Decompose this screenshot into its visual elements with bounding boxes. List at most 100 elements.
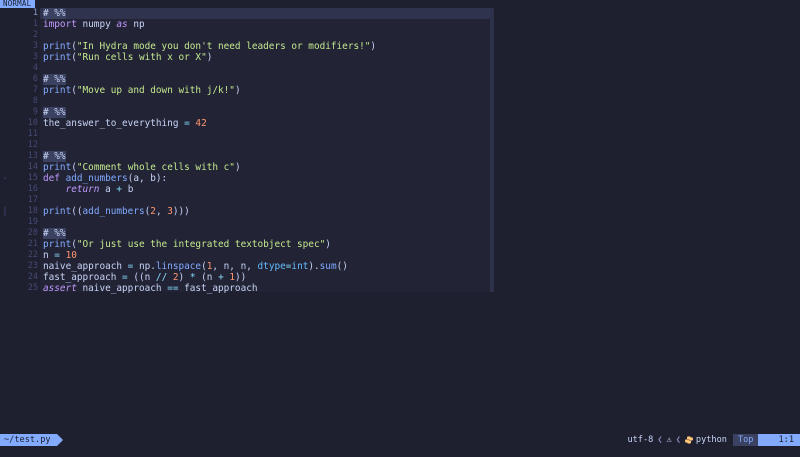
code-line[interactable]: 22 n = 10 xyxy=(0,250,800,261)
cell-marker: # %% xyxy=(43,228,66,239)
code-line[interactable]: 24 fast_approach = ((n // 2) * (n + 1)) xyxy=(0,272,800,283)
line-number: 10 xyxy=(27,118,38,128)
code-line[interactable]: 9 # %% xyxy=(0,107,800,118)
file-encoding: utf-8 xyxy=(627,435,654,445)
line-number: 7 xyxy=(32,85,38,95)
line-number: 16 xyxy=(27,184,38,194)
code-text: import numpy as np xyxy=(43,19,145,30)
code-token: print xyxy=(43,85,72,96)
code-text: # %% xyxy=(43,107,66,118)
status-line: ~/test.py utf-8 ❮ ⚠ ❮ python Top 1:1 xyxy=(0,434,800,446)
code-line[interactable]: 4 xyxy=(0,63,800,74)
code-line[interactable]: 3 print("Run cells with x or X") xyxy=(0,52,800,63)
cell-marker: # %% xyxy=(43,107,66,118)
code-line[interactable]: 12 xyxy=(0,140,800,151)
git-sign: | xyxy=(2,206,8,217)
code-line[interactable]: 16 return a + b xyxy=(0,184,800,195)
code-text: naive_approach = np.linspace(1, n, n, dt… xyxy=(43,261,348,272)
code-line[interactable]: 3 print("In Hydra mode you don't need lea… xyxy=(0,41,800,52)
line-number: 24 xyxy=(27,272,38,282)
command-line[interactable] xyxy=(0,446,800,457)
code-token: naive_approach xyxy=(43,261,128,272)
code-line[interactable]: 1 import numpy as np xyxy=(0,19,800,30)
code-token: ))) xyxy=(172,206,190,217)
code-text: def add_numbers(a, b): xyxy=(43,173,167,184)
code-token: (a, b): xyxy=(127,173,168,184)
cell-marker: # %% xyxy=(43,8,66,19)
code-line[interactable]: 14 print("Comment whole cells with c") xyxy=(0,162,800,173)
code-text: print("Move up and down with j/k!") xyxy=(43,85,241,96)
code-token: np. xyxy=(133,261,156,272)
code-text: fast_approach = ((n // 2) * (n + 1)) xyxy=(43,272,246,283)
code-line[interactable]: 7 print("Move up and down with j/k!") xyxy=(0,85,800,96)
code-line[interactable]: 10 the_answer_to_everything = 42 xyxy=(0,118,800,129)
line-number: 20 xyxy=(27,228,38,238)
editor-pane[interactable]: 1 # %% 1 import numpy as np 2 3 print("In Hydr… xyxy=(0,8,800,434)
code-token: , n, n, xyxy=(212,261,258,272)
line-number: 18 xyxy=(27,206,38,216)
code-text: print("In Hydra mode you don't need lead… xyxy=(43,41,376,52)
line-number: 14 xyxy=(27,162,38,172)
code-token: 42 xyxy=(195,118,207,129)
code-token: fast_approach xyxy=(178,283,258,294)
code-token: as xyxy=(116,19,128,30)
code-line[interactable]: 19 xyxy=(0,217,800,228)
code-line[interactable]: 25 assert naive_approach == fast_approach xyxy=(0,283,800,294)
code-line[interactable]: - 15 def add_numbers(a, b): xyxy=(0,173,800,184)
code-token: print xyxy=(43,206,72,217)
code-line[interactable]: 6 # %% xyxy=(0,74,800,85)
code-line[interactable]: 1 # %% xyxy=(0,8,800,19)
code-token: // xyxy=(155,272,168,283)
line-number: 6 xyxy=(32,74,38,84)
vim-mode-indicator: NORMAL xyxy=(0,0,36,8)
code-text: # %% xyxy=(43,228,66,239)
file-type: python xyxy=(695,435,727,445)
code-line[interactable]: 2 xyxy=(0,30,800,41)
code-token: add_numbers xyxy=(82,206,145,217)
code-token: == xyxy=(167,283,179,294)
line-number: 8 xyxy=(32,96,38,106)
code-token: "Or just use the integrated textobject s… xyxy=(76,239,326,250)
line-number: 15 xyxy=(27,173,38,183)
code-text: n = 10 xyxy=(43,250,77,261)
cursor-position: 1:1 xyxy=(758,434,800,446)
code-text: print("Run cells with x or X") xyxy=(43,52,212,63)
code-token: print xyxy=(43,41,72,52)
code-token: linspace xyxy=(155,261,202,272)
code-token: ) xyxy=(234,85,241,96)
code-token: "Comment whole cells with c" xyxy=(76,162,235,173)
code-token: the_answer_to_everything xyxy=(43,118,185,129)
code-token: ) xyxy=(206,52,213,63)
code-token: import xyxy=(43,19,77,30)
code-token: "Run cells with x or X" xyxy=(76,52,207,63)
code-token: b xyxy=(122,184,134,195)
code-token: return xyxy=(65,184,100,195)
code-token: (n xyxy=(195,272,219,283)
code-line[interactable]: 11 xyxy=(0,129,800,140)
code-line[interactable]: 20 # %% xyxy=(0,228,800,239)
separator-icon: ❮ xyxy=(675,435,681,445)
code-token: fast_approach xyxy=(43,272,123,283)
code-line[interactable]: 17 xyxy=(0,195,800,206)
line-number: 3 xyxy=(32,41,38,51)
code-token: np xyxy=(127,19,145,30)
code-token: ) xyxy=(370,41,377,52)
code-token: ). xyxy=(308,261,320,272)
code-text: # %% xyxy=(43,74,66,85)
code-text: print("Comment whole cells with c") xyxy=(43,162,241,173)
line-number: 1 xyxy=(32,8,38,18)
code-token: "In Hydra mode you don't need leaders or… xyxy=(76,41,371,52)
code-text: # %% xyxy=(43,8,66,19)
line-number: 21 xyxy=(27,239,38,249)
code-line[interactable]: 8 xyxy=(0,96,800,107)
code-line[interactable]: 23 naive_approach = np.linspace(1, n, n, … xyxy=(0,261,800,272)
code-line[interactable]: 13 # %% xyxy=(0,151,800,162)
line-number: 11 xyxy=(27,129,38,139)
code-line[interactable]: | 18 print((add_numbers(2, 3))) xyxy=(0,206,800,217)
line-number: 23 xyxy=(27,261,38,271)
separator-icon: ❮ xyxy=(657,435,663,445)
file-name[interactable]: ~/test.py xyxy=(0,434,63,446)
code-token: ((n xyxy=(127,272,156,283)
code-line[interactable]: 21 print("Or just use the integrated text… xyxy=(0,239,800,250)
line-number: 17 xyxy=(27,195,38,205)
